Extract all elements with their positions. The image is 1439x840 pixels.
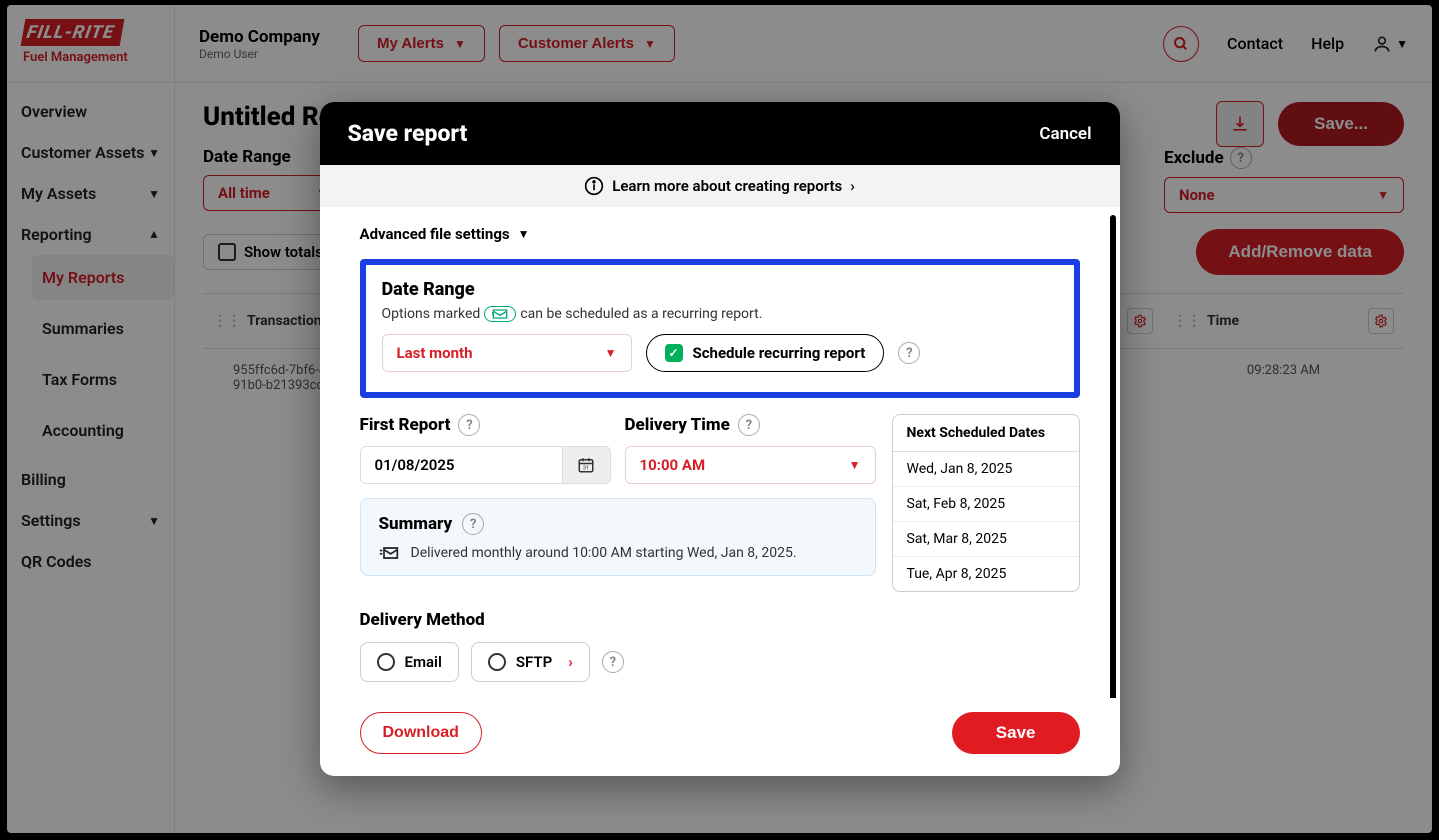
date-range-highlighted-section: Date Range Options marked can be schedul…	[360, 259, 1080, 398]
delivery-time-select[interactable]: 10:00 AM ▼	[625, 446, 876, 484]
date-range-value-modal: Last month	[397, 344, 473, 362]
delivery-email-option[interactable]: Email	[360, 642, 459, 682]
advanced-file-settings-toggle[interactable]: Advanced file settings ▼	[360, 225, 1080, 243]
chevron-down-icon: ▼	[518, 227, 530, 241]
delivery-time-value: 10:00 AM	[640, 456, 706, 474]
date-range-hint: Options marked can be scheduled as a rec…	[382, 306, 1058, 322]
calendar-icon: 31	[577, 456, 595, 474]
mail-schedule-icon	[379, 545, 399, 561]
summary-text: Delivered monthly around 10:00 AM starti…	[411, 545, 797, 561]
delivery-email-label: Email	[405, 653, 442, 671]
save-button-modal[interactable]: Save	[952, 712, 1080, 754]
help-icon[interactable]: ?	[462, 513, 484, 535]
delivery-sftp-label: SFTP	[516, 653, 552, 671]
delivery-time-label: Delivery Time ?	[625, 414, 876, 436]
date-range-select-modal[interactable]: Last month ▼	[382, 334, 632, 372]
modal-overlay: Save report Cancel Learn more about crea…	[0, 0, 1439, 840]
recurring-badge-icon	[484, 306, 516, 322]
chevron-right-icon: ›	[568, 653, 573, 671]
modal-title: Save report	[348, 120, 468, 147]
svg-text:31: 31	[583, 466, 589, 472]
date-range-section-label: Date Range	[382, 279, 1058, 300]
chevron-down-icon: ▼	[605, 346, 617, 360]
chevron-down-icon: ▼	[849, 458, 861, 472]
chevron-right-icon: ›	[850, 177, 855, 195]
learn-more-bar[interactable]: Learn more about creating reports ›	[320, 165, 1120, 207]
scheduled-date-2: Sat, Feb 8, 2025	[893, 487, 1079, 522]
learn-more-label: Learn more about creating reports	[612, 177, 842, 195]
download-button-modal[interactable]: Download	[360, 712, 482, 754]
first-report-value: 01/08/2025	[361, 447, 562, 483]
delivery-method-label: Delivery Method	[360, 610, 1080, 630]
delivery-time-label-text: Delivery Time	[625, 415, 730, 435]
modal-footer: Download Save	[320, 698, 1120, 776]
delivery-sftp-option[interactable]: SFTP ›	[471, 642, 590, 682]
advanced-file-settings-label: Advanced file settings	[360, 225, 510, 243]
radio-icon	[377, 653, 395, 671]
scheduled-date-4: Tue, Apr 8, 2025	[893, 557, 1079, 591]
summary-label: Summary	[379, 514, 453, 534]
radio-icon	[488, 653, 506, 671]
checkbox-checked-icon: ✓	[665, 344, 683, 362]
summary-box: Summary ? Delivered monthly around 10:00…	[360, 498, 876, 576]
scheduled-date-1: Wed, Jan 8, 2025	[893, 452, 1079, 487]
help-icon[interactable]: ?	[898, 342, 920, 364]
first-report-label-text: First Report	[360, 415, 451, 435]
scheduled-date-3: Sat, Mar 8, 2025	[893, 522, 1079, 557]
help-icon[interactable]: ?	[738, 414, 760, 436]
hint-post: can be scheduled as a recurring report.	[520, 306, 762, 322]
first-report-date-input[interactable]: 01/08/2025 31	[360, 446, 611, 484]
hint-pre: Options marked	[382, 306, 481, 322]
help-icon[interactable]: ?	[458, 414, 480, 436]
modal-header: Save report Cancel	[320, 102, 1120, 165]
calendar-button[interactable]: 31	[562, 447, 610, 483]
next-scheduled-dates-header: Next Scheduled Dates	[893, 415, 1079, 452]
info-icon	[584, 176, 604, 196]
help-icon[interactable]: ?	[602, 651, 624, 673]
scrollbar[interactable]	[1110, 215, 1116, 698]
next-scheduled-dates-panel: Next Scheduled Dates Wed, Jan 8, 2025 Sa…	[892, 414, 1080, 592]
schedule-recurring-toggle[interactable]: ✓ Schedule recurring report	[646, 334, 885, 372]
first-report-label: First Report ?	[360, 414, 611, 436]
cancel-button[interactable]: Cancel	[1039, 124, 1091, 144]
mail-icon	[492, 308, 508, 320]
schedule-recurring-label: Schedule recurring report	[693, 344, 866, 362]
save-report-modal: Save report Cancel Learn more about crea…	[320, 102, 1120, 776]
